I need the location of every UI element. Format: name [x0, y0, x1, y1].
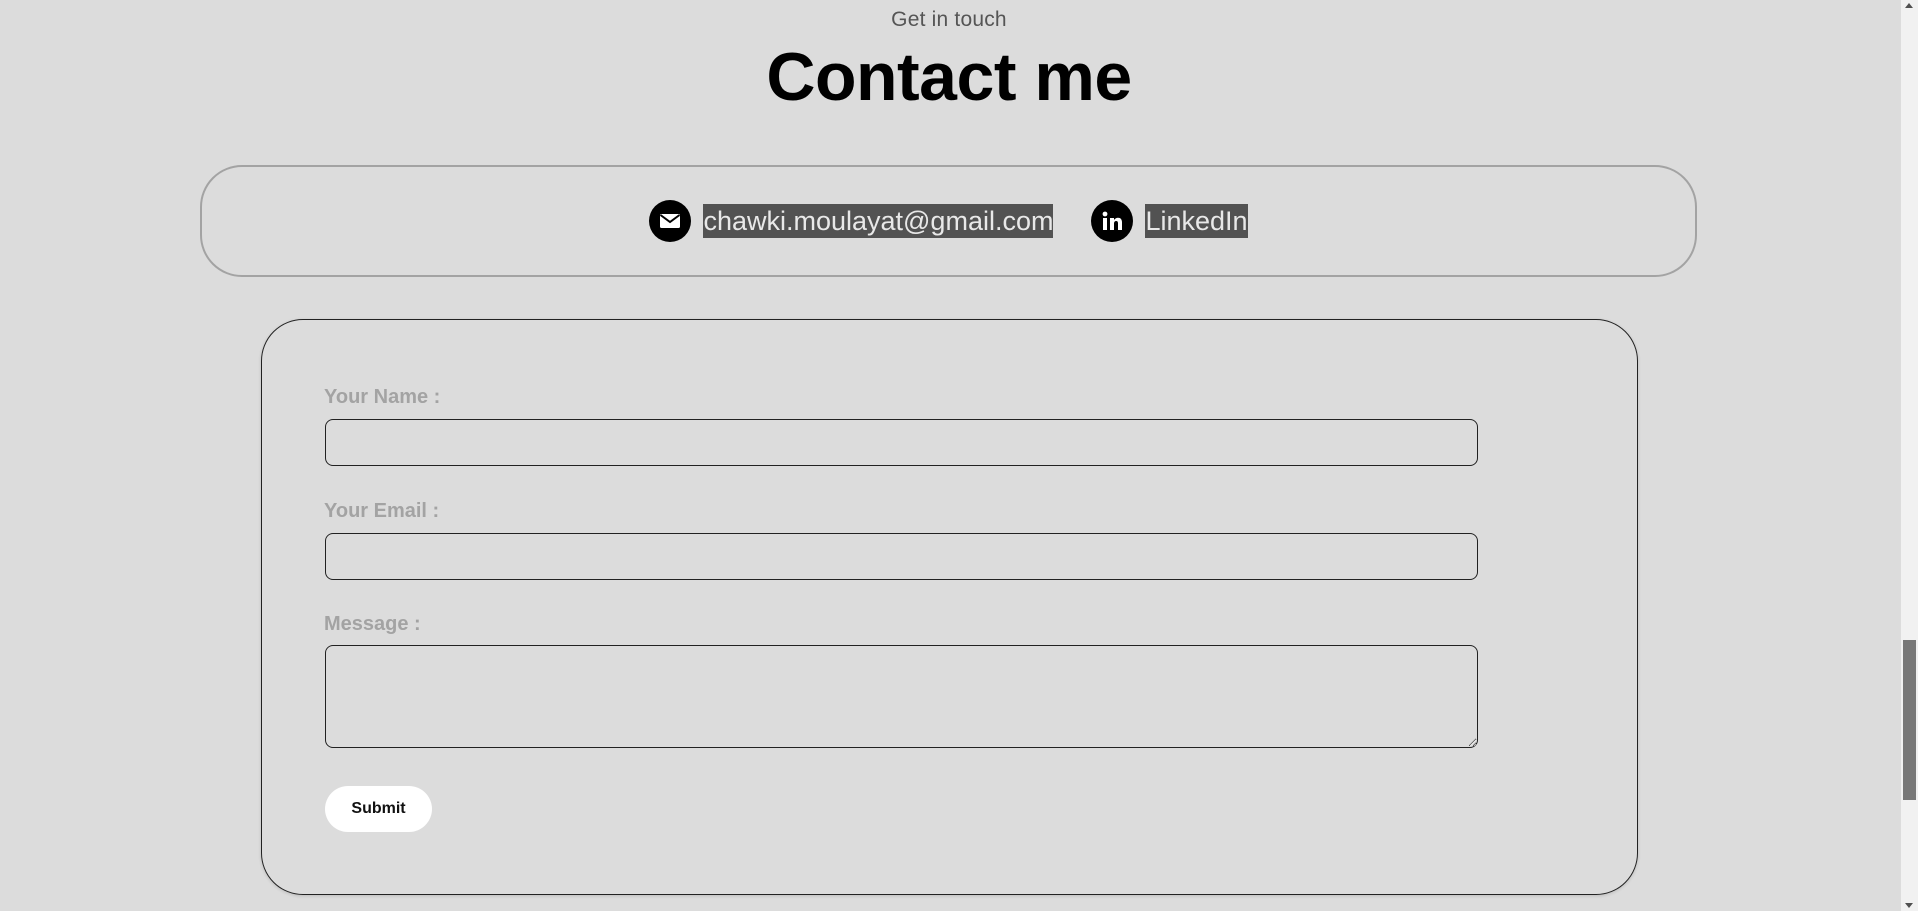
email-label: Your Email : — [324, 500, 440, 522]
message-field[interactable] — [325, 645, 1478, 748]
email-link[interactable]: chawki.moulayat@gmail.com — [649, 200, 1054, 242]
mail-icon — [649, 200, 692, 242]
message-label: Message : — [324, 613, 421, 635]
scroll-down-arrow-icon[interactable] — [1905, 903, 1913, 908]
email-link-label: chawki.moulayat@gmail.com — [703, 204, 1054, 238]
linkedin-icon — [1091, 200, 1134, 242]
section-eyebrow: Get in touch — [891, 8, 1007, 31]
name-field[interactable] — [325, 419, 1478, 466]
vertical-scrollbar[interactable] — [1901, 0, 1918, 911]
contact-links-bar: chawki.moulayat@gmail.com LinkedIn — [200, 165, 1697, 277]
linkedin-link-label: LinkedIn — [1145, 204, 1248, 238]
name-label: Your Name : — [324, 386, 441, 408]
page: Get in touch Contact me chawki.moulayat@… — [0, 0, 1901, 911]
scroll-up-arrow-icon[interactable] — [1905, 3, 1913, 8]
scrollbar-thumb[interactable] — [1903, 640, 1916, 800]
linkedin-link[interactable]: LinkedIn — [1091, 200, 1248, 242]
page-title: Contact me — [766, 39, 1132, 115]
submit-button[interactable]: Submit — [325, 786, 432, 832]
email-field[interactable] — [325, 533, 1478, 580]
contact-form: Your Name : Your Email : Message : Submi… — [261, 319, 1638, 895]
